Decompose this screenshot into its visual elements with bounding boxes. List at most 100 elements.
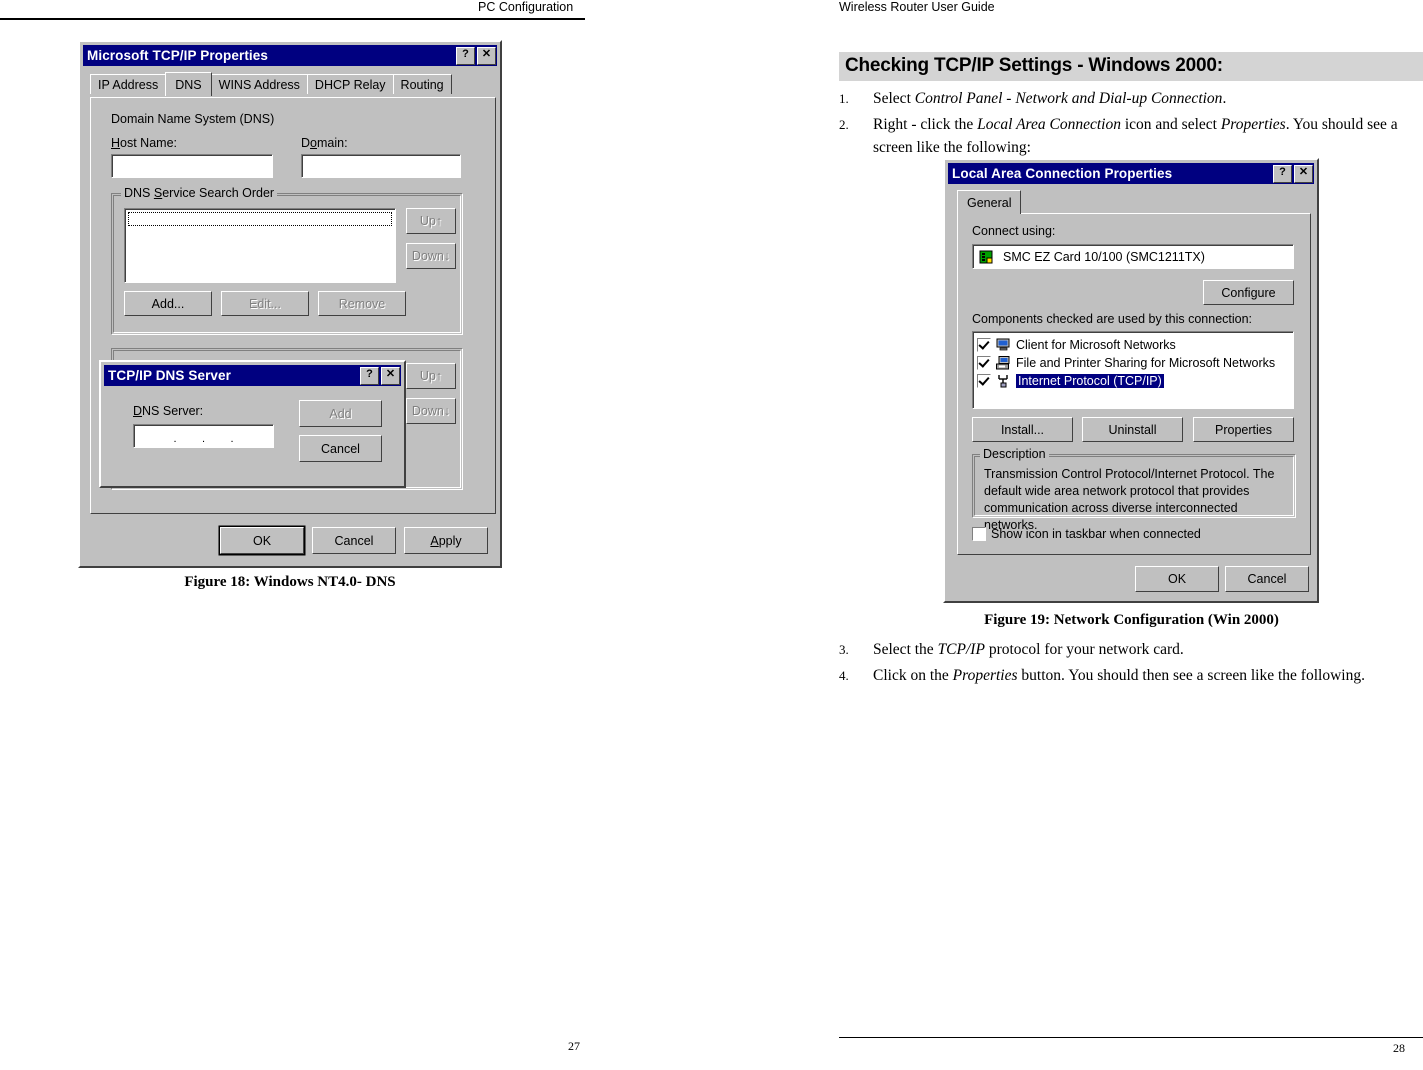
tabstrip: IP Address DNS WINS Address DHCP Relay R… <box>90 72 452 96</box>
configure-button[interactable]: Confi g ure <box>1203 280 1294 305</box>
list-item: 3. Select the TCP/IP protocol for your ne… <box>839 639 1423 661</box>
cancel-button[interactable]: Cancel <box>312 527 396 554</box>
list-item: 2. Right - click the Local Area Connectio… <box>839 114 1423 159</box>
checkbox-icon[interactable] <box>977 338 991 352</box>
add-button-dns-server[interactable]: Add <box>299 400 382 427</box>
edit-button[interactable]: Edit... <box>221 291 309 316</box>
titlebar-buttons: ? ✕ <box>456 46 497 65</box>
section-heading: Checking TCP/IP Settings - Windows 2000: <box>839 52 1423 81</box>
page-number-left: 27 <box>568 1039 580 1053</box>
titlebar-title-lac: Local Area Connection Properties <box>952 166 1173 181</box>
list-item: 1. Select Control Panel - Network and Dia… <box>839 88 1423 110</box>
adapter-name: SMC EZ Card 10/100 (SMC1211TX) <box>1003 249 1205 264</box>
network-card-icon <box>979 250 995 264</box>
dns-server-label: DNS Server: <box>133 404 204 418</box>
close-icon[interactable]: ✕ <box>477 46 496 65</box>
titlebar-lac: Local Area Connection Properties ? ✕ <box>948 163 1314 184</box>
dialog-microsoft-tcpip-properties: Microsoft TCP/IP Properties ? ✕ IP Addre… <box>78 40 502 568</box>
dialog-local-area-connection-properties: Local Area Connection Properties ? ✕ Gen… <box>943 158 1319 603</box>
running-head-left: PC Configuration <box>478 0 574 14</box>
list-item-number: 4. <box>839 668 849 684</box>
computer-icon <box>996 338 1012 352</box>
up-button[interactable]: Up↑ <box>406 208 456 234</box>
tab-dhcp-relay[interactable]: DHCP Relay <box>306 74 394 94</box>
tab-dns[interactable]: DNS <box>165 72 212 96</box>
titlebar-dns-server: TCP/IP DNS Server ? ✕ <box>104 365 401 386</box>
checkbox-icon[interactable] <box>972 527 986 541</box>
page-left: PC Configuration Microsoft TCP/IP Proper… <box>0 0 711 1070</box>
apply-button[interactable]: Apply <box>404 527 488 554</box>
dns-search-order-list[interactable] <box>124 208 396 283</box>
cancel-button-lac[interactable]: Cancel <box>1225 566 1309 592</box>
properties-button[interactable]: Properties <box>1193 417 1294 442</box>
printer-sharing-icon <box>996 356 1012 370</box>
show-icon-checkbox-row[interactable]: Show icon in taskbar when connected <box>972 527 1201 541</box>
checkbox-icon[interactable] <box>977 374 991 388</box>
running-head-right: Wireless Router User Guide <box>839 0 995 14</box>
up-button-secondary[interactable]: Up↑ <box>406 363 456 389</box>
dialog-tcpip-dns-server: TCP/IP DNS Server ? ✕ DNS Server: ... Ad… <box>99 360 406 488</box>
tab-routing[interactable]: Routing <box>392 74 452 94</box>
steps-list-bottom: 3. Select the TCP/IP protocol for your ne… <box>839 639 1423 692</box>
list-item-number: 1. <box>839 91 849 106</box>
page-number-right: 28 <box>1393 1041 1405 1055</box>
header-rule-left <box>0 18 585 20</box>
host-name-input[interactable] <box>111 154 273 178</box>
list-item-number: 3. <box>839 642 849 657</box>
figure-caption-18: Figure 18: Windows NT4.0- DNS <box>184 574 396 590</box>
footer-rule-right <box>839 1036 1423 1038</box>
list-item-text: Select Control Panel - Network and Dial-… <box>873 90 1227 107</box>
titlebar: Microsoft TCP/IP Properties ? ✕ <box>83 45 497 66</box>
ip-separators: ... <box>173 433 234 445</box>
add-button[interactable]: Add... <box>124 291 212 316</box>
titlebar-title-dns-server: TCP/IP DNS Server <box>108 368 232 383</box>
connect-using-label: Connect using: <box>972 224 1056 238</box>
domain-input[interactable] <box>301 154 461 178</box>
cancel-button-dns-server[interactable]: Cancel <box>299 435 382 462</box>
list-item-text: Select the TCP/IP protocol for your netw… <box>873 641 1184 658</box>
group-description-label: Description <box>980 447 1049 461</box>
component-label: File and Printer Sharing for Microsoft N… <box>1016 356 1276 370</box>
ok-button-lac[interactable]: OK <box>1135 566 1219 592</box>
figure-caption-19: Figure 19: Network Configuration (Win 20… <box>984 612 1279 628</box>
list-focus-row <box>128 212 392 226</box>
domain-label: Domain: <box>301 136 348 150</box>
checkbox-icon[interactable] <box>977 356 991 370</box>
page-right: Wireless Router User Guide Checking TCP/… <box>711 0 1423 1070</box>
dns-section-label: Domain Name System (DNS) <box>111 112 275 126</box>
uninstall-button[interactable]: Uninstall <box>1082 417 1183 442</box>
tab-wins-address[interactable]: WINS Address <box>210 74 308 94</box>
install-button[interactable]: Install... <box>972 417 1073 442</box>
help-icon[interactable]: ? <box>456 46 475 65</box>
protocol-icon <box>996 374 1012 388</box>
help-icon[interactable]: ? <box>1273 164 1292 183</box>
list-item-number: 2. <box>839 117 849 133</box>
component-label-selected: Internet Protocol (TCP/IP) <box>1016 374 1164 388</box>
ok-button[interactable]: OK <box>220 527 304 554</box>
components-label: Components checked are used by this conn… <box>972 312 1253 326</box>
tab-panel-general: Connect using: SMC EZ Card 10/100 (SMC12… <box>957 213 1311 555</box>
tabstrip-lac: General <box>957 190 1022 214</box>
host-name-label: Host Name: <box>111 136 177 150</box>
list-item[interactable]: Internet Protocol (TCP/IP) <box>973 372 1293 390</box>
steps-list-top: 1. Select Control Panel - Network and Dia… <box>839 88 1423 163</box>
down-button-secondary[interactable]: Down↓ <box>406 398 456 424</box>
list-item[interactable]: Client for Microsoft Networks <box>973 336 1293 354</box>
down-button[interactable]: Down↓ <box>406 243 456 269</box>
dns-server-ip-input[interactable]: ... <box>133 424 274 448</box>
help-icon[interactable]: ? <box>360 366 379 385</box>
component-label: Client for Microsoft Networks <box>1016 338 1176 352</box>
components-list[interactable]: Client for Microsoft Networks File and P… <box>972 331 1294 409</box>
group-dns-service-search-order-label: DNS Service Search Order <box>121 186 278 200</box>
close-icon[interactable]: ✕ <box>381 366 400 385</box>
list-item-text: Click on the Properties button. You shou… <box>873 667 1365 685</box>
tab-ip-address[interactable]: IP Address <box>90 74 167 94</box>
remove-button[interactable]: Remove <box>318 291 406 316</box>
titlebar-buttons-lac: ? ✕ <box>1273 164 1314 183</box>
list-item[interactable]: File and Printer Sharing for Microsoft N… <box>973 354 1293 372</box>
description-text: Transmission Control Protocol/Internet P… <box>984 467 1275 532</box>
tab-general[interactable]: General <box>957 190 1022 214</box>
close-icon[interactable]: ✕ <box>1294 164 1313 183</box>
titlebar-title: Microsoft TCP/IP Properties <box>87 48 268 63</box>
show-icon-label: Show icon in taskbar when connected <box>991 527 1201 541</box>
